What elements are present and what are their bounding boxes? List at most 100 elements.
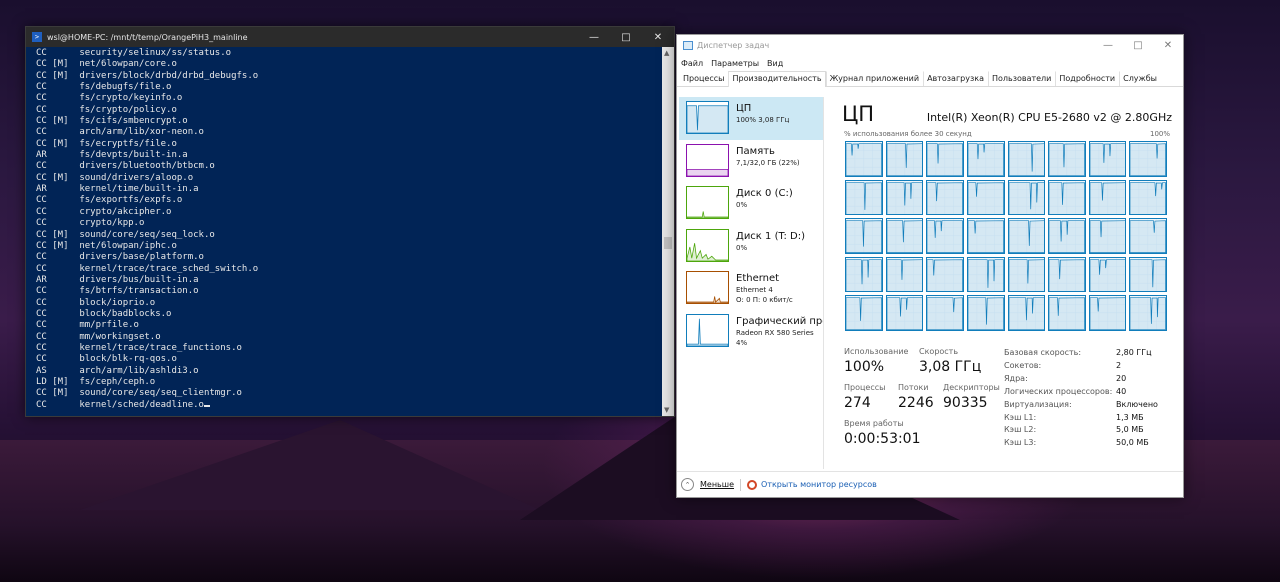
uptime-label: Время работы	[844, 419, 904, 428]
terminal-line: CC block/badblocks.o	[36, 308, 172, 319]
sidebar-item-disk0[interactable]: Диск 0 (C:) 0%	[679, 182, 823, 225]
terminal-output[interactable]: CC security/selinux/ss/status.o CC [M] ne…	[26, 47, 662, 416]
terminal-line: CC [M] drivers/block/drbd/drbd_debugfs.o	[36, 70, 259, 81]
cpu-stats: Использование 100% Скорость 3,08 ГГц Про…	[842, 347, 1172, 467]
spec-key: Кэш L2:	[1004, 425, 1037, 435]
scroll-down-icon[interactable]: ▼	[664, 406, 669, 414]
spec-value: 2,80 ГГц	[1116, 348, 1152, 357]
core-graph	[966, 141, 1005, 177]
tab-app-history[interactable]: Журнал приложений	[825, 71, 924, 86]
chevron-up-icon[interactable]: ⌃	[681, 478, 694, 491]
scroll-up-icon[interactable]: ▲	[664, 49, 669, 57]
maximize-button[interactable]: □	[1123, 35, 1153, 55]
tab-details[interactable]: Подробности	[1055, 71, 1119, 86]
spec-row: Ядра: 20	[1004, 373, 1172, 386]
cpu-model: Intel(R) Xeon(R) CPU E5-2680 v2 @ 2.80GH…	[926, 111, 1172, 124]
performance-sidebar: ЦП 100% 3,08 ГГц Память 7,1/32,0 ГБ (22%) Ди…	[679, 97, 823, 467]
sidebar-graph	[686, 143, 729, 177]
core-graph	[966, 256, 1005, 293]
core-graph	[926, 179, 964, 216]
terminal-line: AS arch/arm/lib/ashldi3.o	[36, 365, 199, 376]
menu-bar: Файл Параметры Вид	[677, 55, 1183, 71]
tab-processes[interactable]: Процессы	[679, 71, 728, 86]
sidebar-item-disk1[interactable]: Диск 1 (T: D:) 0%	[679, 225, 823, 268]
sidebar-graph	[686, 228, 729, 262]
resource-monitor-icon[interactable]	[747, 479, 758, 490]
spec-key: Кэш L3:	[1004, 438, 1037, 448]
terminal-window[interactable]: > wsl@HOME-PC: /mnt/t/temp/OrangePiH3_ma…	[25, 26, 675, 417]
minimize-button[interactable]: —	[578, 27, 610, 47]
terminal-line: CC block/blk-rq-qos.o	[36, 354, 177, 365]
menu-options[interactable]: Параметры	[711, 59, 759, 68]
fewer-details-link[interactable]: Меньше	[700, 480, 734, 489]
core-graph	[1007, 179, 1046, 216]
spec-value: 2	[1116, 360, 1122, 370]
logical-processor-graphs	[845, 141, 1167, 331]
spec-value: 20	[1116, 373, 1127, 383]
terminal-cursor	[203, 404, 210, 407]
sidebar-item-detail: О: 0 П: 0 кбит/с	[736, 296, 793, 304]
spec-value: 1,3 МБ	[1116, 412, 1144, 422]
spec-row: Логических процессоров: 40	[1004, 386, 1172, 399]
core-graph	[1048, 179, 1086, 216]
scrollbar-thumb[interactable]	[664, 237, 672, 249]
core-graph	[1048, 141, 1086, 177]
sidebar-item-memory[interactable]: Память 7,1/32,0 ГБ (22%)	[679, 140, 823, 183]
spec-row: Виртуализация: Включено	[1004, 399, 1172, 412]
terminal-scrollbar[interactable]: ▲ ▼	[662, 47, 674, 416]
terminal-line: CC [M] net/6lowpan/iphc.o	[36, 240, 177, 251]
terminal-line: CC [M] fs/cifs/smbencrypt.o	[36, 116, 188, 127]
terminal-line: AR drivers/bus/built-in.a	[36, 274, 199, 285]
terminal-line: CC fs/crypto/policy.o	[36, 104, 177, 115]
spec-row: Кэш L2: 5,0 МБ	[1004, 424, 1172, 437]
taskmgr-title: Диспетчер задач	[697, 40, 770, 50]
terminal-line: CC [M] net/6lowpan/core.o	[36, 59, 177, 70]
terminal-line: CC drivers/base/platform.o	[36, 252, 204, 263]
sidebar-item-gpu[interactable]: Графический процессор 0Radeon RX 580 Ser…	[679, 310, 823, 353]
terminal-line: CC fs/exportfs/expfs.o	[36, 195, 183, 206]
terminal-line: CC mm/workingset.o	[36, 331, 161, 342]
spec-key: Сокетов:	[1004, 360, 1042, 370]
processes-label: Процессы	[844, 383, 886, 392]
tab-startup[interactable]: Автозагрузка	[923, 71, 988, 86]
usage-label: Использование	[844, 347, 909, 356]
processes-value: 274	[844, 395, 871, 411]
sidebar-item-detail: 7,1/32,0 ГБ (22%)	[736, 158, 800, 167]
terminal-line: CC security/selinux/ss/status.o	[36, 48, 232, 58]
sidebar-item-cpu[interactable]: ЦП 100% 3,08 ГГц	[679, 97, 823, 140]
core-graph	[966, 179, 1005, 216]
sidebar-item-ethernet[interactable]: Ethernet Ethernet 4 О: 0 П: 0 кбит/с	[679, 267, 823, 310]
menu-file[interactable]: Файл	[681, 59, 703, 68]
terminal-line: AR kernel/time/built-in.a	[36, 184, 199, 195]
core-graph	[1088, 256, 1127, 293]
core-graph	[926, 295, 964, 331]
tab-users[interactable]: Пользователи	[987, 71, 1055, 86]
menu-view[interactable]: Вид	[767, 59, 783, 68]
close-button[interactable]: ✕	[1153, 35, 1183, 55]
sidebar-item-name: Диск 0 (C:)	[736, 188, 793, 199]
sidebar-item-name: Ethernet	[736, 273, 780, 284]
maximize-button[interactable]: □	[610, 27, 642, 47]
core-graph	[845, 295, 883, 331]
terminal-line: CC kernel/sched/deadline.o	[36, 400, 662, 411]
core-graph	[1129, 218, 1167, 254]
taskmgr-titlebar[interactable]: Диспетчер задач — □ ✕	[677, 35, 1183, 55]
sidebar-item-name: ЦП	[736, 103, 752, 114]
terminal-line: CC arch/arm/lib/xor-neon.o	[36, 127, 204, 138]
spec-key: Базовая скорость:	[1004, 348, 1082, 357]
resource-monitor-link[interactable]: Открыть монитор ресурсов	[761, 480, 877, 489]
core-graph	[926, 218, 964, 254]
close-button[interactable]: ✕	[642, 27, 674, 47]
minimize-button[interactable]: —	[1093, 35, 1123, 55]
task-manager-window[interactable]: Диспетчер задач — □ ✕ Файл Параметры Вид…	[676, 34, 1184, 498]
spec-row: Сокетов: 2	[1004, 360, 1172, 373]
terminal-line: CC block/ioprio.o	[36, 297, 156, 308]
terminal-line: CC [M] sound/drivers/aloop.o	[36, 172, 194, 183]
core-graph	[845, 256, 883, 293]
core-graph	[1007, 256, 1046, 293]
core-graph	[1048, 295, 1086, 331]
tab-performance[interactable]: Производительность	[728, 71, 826, 87]
tab-services[interactable]: Службы	[1119, 71, 1161, 86]
core-graph	[1048, 256, 1086, 293]
terminal-titlebar[interactable]: > wsl@HOME-PC: /mnt/t/temp/OrangePiH3_ma…	[26, 27, 674, 47]
